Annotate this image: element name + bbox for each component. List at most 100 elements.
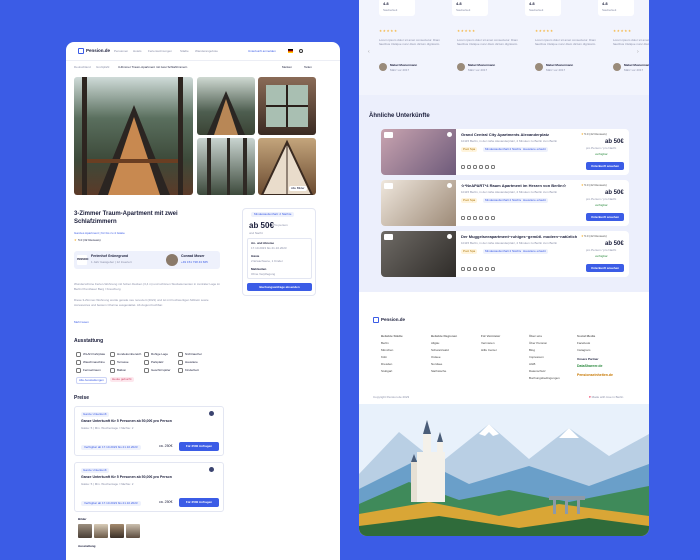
- footer-column-heading: Beliebte Regionen: [431, 334, 458, 338]
- footer-link[interactable]: Datenschutz: [529, 370, 546, 373]
- amenity-label: Fernsehraum: [83, 368, 101, 372]
- similar-image[interactable]: [381, 180, 456, 226]
- similar-image[interactable]: [381, 231, 456, 277]
- similar-title[interactable]: Grand Central City Apartments Alexanderp…: [461, 133, 549, 137]
- room-photo[interactable]: [126, 524, 140, 538]
- heart-icon[interactable]: [447, 183, 452, 188]
- footer-link[interactable]: Über Pension: [529, 342, 547, 345]
- footer-link[interactable]: Allgäu: [431, 342, 439, 345]
- breadcrumb-item[interactable]: Großpfahl: [96, 66, 109, 69]
- footer-link[interactable]: Berlin: [381, 342, 389, 345]
- nav-link-pensionen[interactable]: Pensionen: [114, 50, 128, 53]
- footer-link[interactable]: AGB: [529, 363, 535, 366]
- amenity-label: Balkon: [117, 368, 127, 372]
- gallery-main-image[interactable]: [74, 77, 193, 195]
- nav-cta-link[interactable]: Unterkunft anmelden: [248, 50, 276, 53]
- read-more-link[interactable]: Mehr lesen: [74, 321, 89, 324]
- room-photo[interactable]: [110, 524, 124, 538]
- similar-rating: ★5.0 (42 Reviews): [581, 235, 607, 238]
- guests-field[interactable]: 2 Erwachsene, 1 Kinder: [251, 260, 283, 263]
- footer-logo[interactable]: Pension.de: [381, 317, 405, 323]
- room-photo[interactable]: [78, 524, 92, 538]
- amenity-icon: [144, 352, 149, 357]
- next-arrow-icon[interactable]: ›: [637, 50, 639, 55]
- footer-link[interactable]: Facebook: [577, 342, 590, 345]
- similar-view-button[interactable]: Unterkunft ansehen: [586, 264, 624, 272]
- nav-link-wanderangebote[interactable]: Wanderangebote: [195, 50, 218, 53]
- save-link[interactable]: Merken: [282, 66, 292, 69]
- similar-title[interactable]: ☆*NeAPART*4 Raum Apartment im Herzen von…: [461, 184, 566, 188]
- price-card-meta: Gäste: 5 | Min. Wochentage / Nächte: 2: [81, 482, 134, 486]
- footer-link[interactable]: Vermieten: [481, 342, 495, 345]
- rating-score: 4.8: [602, 1, 608, 6]
- room-photo[interactable]: [94, 524, 108, 538]
- similar-price: ab 50€: [605, 190, 624, 196]
- logo-icon: [373, 317, 379, 323]
- amenity-icon: [178, 368, 183, 373]
- gallery-image-2[interactable]: [197, 77, 255, 135]
- booking-submit-button[interactable]: Buchungsanfrage absenden: [247, 283, 312, 291]
- amenity-icon: [485, 216, 489, 220]
- amenity-icon: [473, 267, 477, 271]
- footer-link[interactable]: Blog: [529, 349, 535, 352]
- amenity-icon: [76, 368, 81, 373]
- amenity-icon: [76, 360, 81, 365]
- heart-icon[interactable]: [447, 132, 452, 137]
- gallery-image-5[interactable]: Alle Bilder: [258, 138, 316, 195]
- info-icon[interactable]: [209, 411, 214, 416]
- logo[interactable]: Pension.de: [86, 48, 110, 54]
- breadcrumb-item[interactable]: Deutschland: [74, 66, 91, 69]
- price-request-button[interactable]: Für 250€ Anfragen: [179, 442, 219, 451]
- footer-link[interactable]: Ostsee: [431, 356, 441, 359]
- similar-image[interactable]: [381, 129, 456, 175]
- gallery-image-3[interactable]: [258, 77, 316, 135]
- meals-label: Mahlzeiten: [251, 267, 267, 271]
- footer-link[interactable]: Buchungsbedingungen: [529, 377, 560, 380]
- footer-link[interactable]: Nordsee: [431, 363, 442, 366]
- nav-link-staedte[interactable]: Städte: [180, 50, 189, 53]
- footer-link[interactable]: Sächsische: [431, 370, 446, 373]
- listing-description-2: Diese 3-Zimmer-Wohnung wurde gerade neu …: [74, 298, 209, 307]
- footer-link[interactable]: München: [381, 349, 393, 352]
- all-amenities-button[interactable]: Alle Ausstattungen: [76, 377, 107, 384]
- gallery-image-4[interactable]: [197, 138, 255, 195]
- nav-link-ferienwohnungen[interactable]: Ferienwohnungen: [148, 50, 172, 53]
- amenity-icon: [178, 360, 183, 365]
- similar-price: ab 50€: [605, 241, 624, 247]
- footer-link[interactable]: Instagram: [577, 349, 590, 352]
- flag-de-icon[interactable]: [288, 49, 293, 53]
- share-link[interactable]: Teilen: [304, 66, 312, 69]
- meals-field[interactable]: Ohne Verpflegung: [251, 273, 275, 276]
- arrival-field[interactable]: 17.10.2023 bis 21.10.2023: [251, 247, 287, 250]
- price-request-button[interactable]: Für 250€ Anfragen: [179, 498, 219, 507]
- host-name[interactable]: Ferienhof Grünegrund: [91, 254, 128, 259]
- user-icon[interactable]: [299, 49, 303, 53]
- info-icon[interactable]: [209, 467, 214, 472]
- similar-title[interactable]: Der Muggelseeapartment~ruhiges~gemütl. m…: [461, 235, 577, 239]
- similar-view-button[interactable]: Unterkunft ansehen: [586, 162, 624, 170]
- partner-link[interactable]: Pensionseinheiten.de: [577, 373, 613, 378]
- footer-link[interactable]: Stuttgart: [381, 370, 392, 373]
- price-card: Ganze Unterkunft Ganze Unterkunft für 5 P…: [74, 406, 224, 456]
- rating-score: 4.8: [529, 1, 535, 6]
- footer-link[interactable]: Impressum: [529, 356, 544, 359]
- similar-view-button[interactable]: Unterkunft ansehen: [586, 213, 624, 221]
- review-stars: ★★★★★: [379, 29, 398, 33]
- interior-illustration: [260, 139, 314, 195]
- avatar: [535, 63, 543, 71]
- nav-link-hotels[interactable]: Hotels: [133, 50, 142, 53]
- footer-link[interactable]: Köln: [381, 356, 387, 359]
- partner-link[interactable]: DataShareer.de: [577, 364, 603, 369]
- footer-link[interactable]: Hilfe Center: [481, 349, 497, 352]
- price-card: Ganze Unterkunft Ganze Unterkunft für 5 P…: [74, 462, 224, 512]
- amenity-icon: [491, 165, 495, 169]
- all-photos-button[interactable]: Alle Bilder: [289, 186, 307, 191]
- footer-link[interactable]: Schwarzwald: [431, 349, 449, 352]
- amenity-icon: [461, 216, 465, 220]
- amenity-icon: [110, 368, 115, 373]
- contact-phone[interactable]: +49 151 738 43 665: [181, 261, 208, 264]
- amenity-label: Parkplatz: [151, 360, 164, 364]
- prev-arrow-icon[interactable]: ‹: [368, 50, 370, 55]
- heart-icon[interactable]: [447, 234, 452, 239]
- footer-link[interactable]: Dresden: [381, 363, 392, 366]
